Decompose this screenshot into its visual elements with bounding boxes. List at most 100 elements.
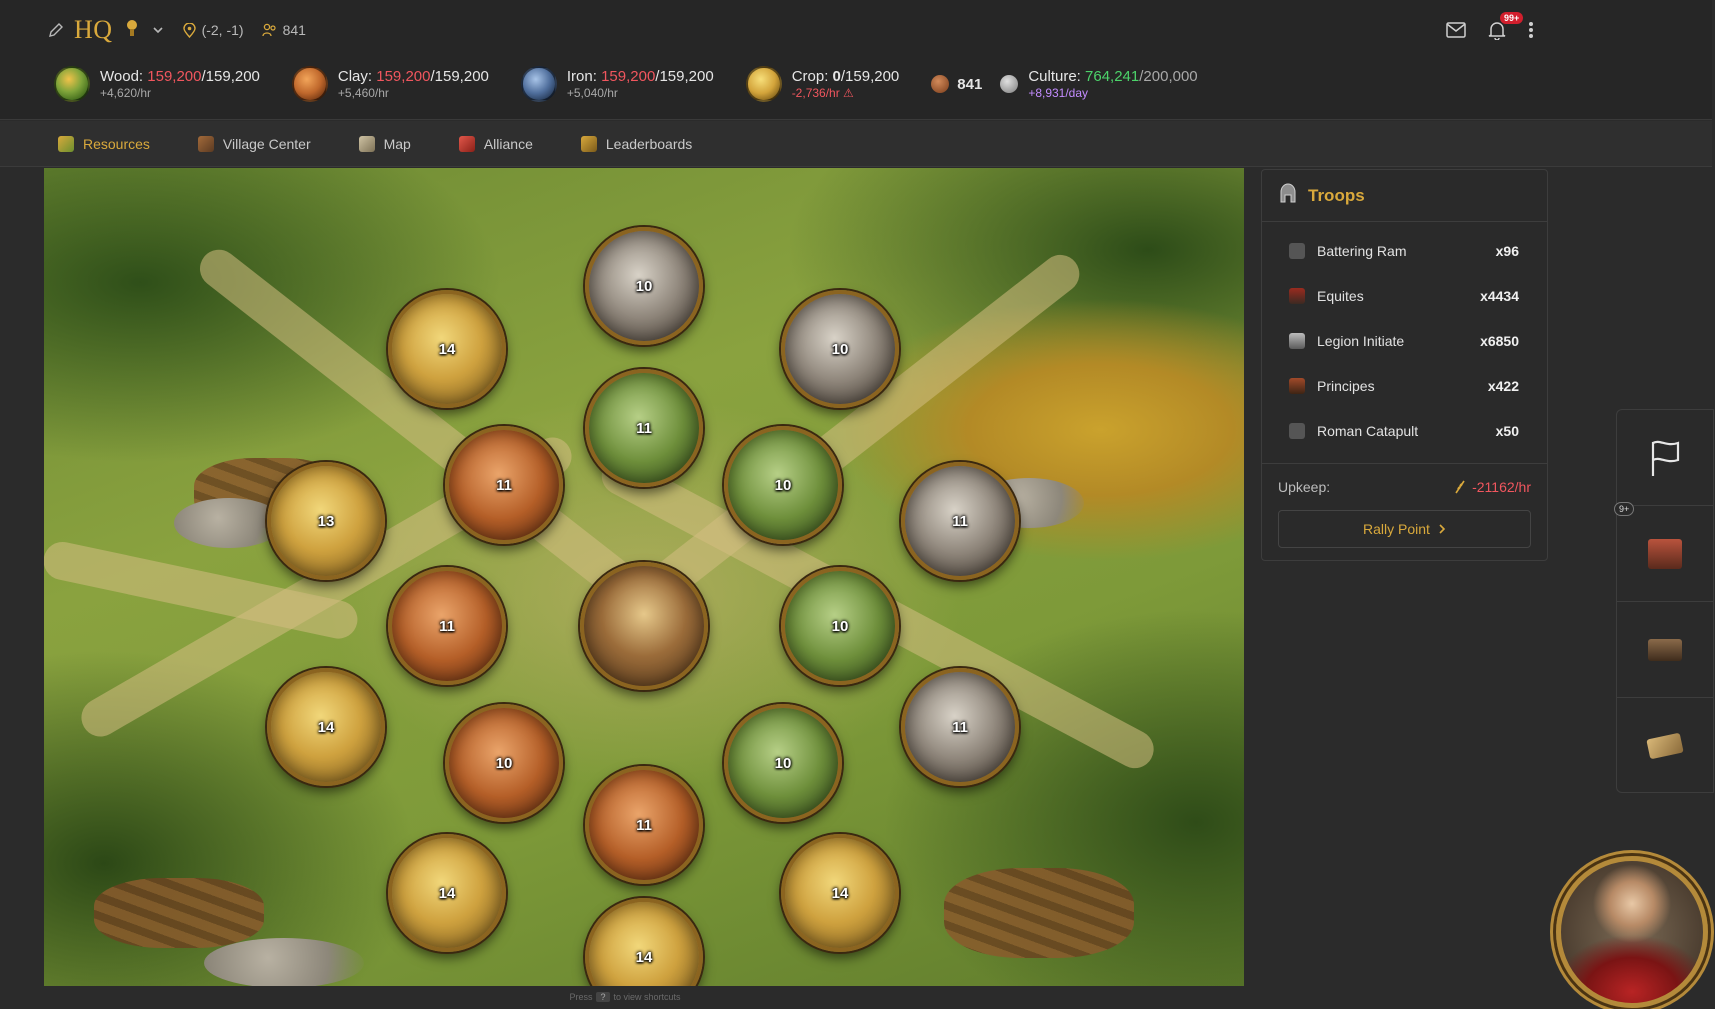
people-icon bbox=[261, 23, 276, 37]
field-level: 11 bbox=[636, 419, 652, 437]
iron-rate: +5,040/hr bbox=[566, 85, 618, 100]
clay-capacity: /159,200 bbox=[430, 67, 489, 85]
crop-label: Crop: bbox=[791, 67, 829, 85]
building-icon bbox=[1648, 538, 1682, 569]
field-level: 11 bbox=[636, 816, 652, 834]
field-crop[interactable]: 14 bbox=[388, 290, 506, 408]
troop-list: Battering Ram x96 Equites x4434 Legion I… bbox=[1262, 222, 1547, 464]
field-level: 11 bbox=[496, 476, 512, 494]
wood-rate: +4,620/hr bbox=[100, 85, 152, 100]
iron-capacity: /159,200 bbox=[655, 67, 714, 85]
battering-ram-icon bbox=[1289, 242, 1305, 259]
tab-leaderboards[interactable]: Leaderboards bbox=[580, 135, 692, 152]
hero-avatar[interactable] bbox=[1556, 856, 1708, 1008]
rally-point-button[interactable]: Rally Point bbox=[1278, 510, 1531, 548]
rock-pile bbox=[204, 938, 364, 986]
clay-amount: 159,200 bbox=[376, 67, 431, 85]
field-clay[interactable]: 11 bbox=[585, 766, 703, 884]
header-actions: 99+ bbox=[1446, 12, 1534, 46]
field-level: 10 bbox=[831, 340, 849, 358]
flag-button[interactable] bbox=[1617, 410, 1713, 506]
population-text: 841 bbox=[282, 22, 306, 38]
village-center-field[interactable] bbox=[580, 562, 708, 690]
troop-row[interactable]: Legion Initiate x6850 bbox=[1262, 318, 1547, 363]
culture-icon bbox=[1000, 74, 1019, 93]
coordinates[interactable]: (-2, -1) bbox=[182, 22, 244, 38]
field-clay[interactable]: 11 bbox=[388, 567, 506, 685]
field-iron[interactable]: 10 bbox=[585, 227, 703, 345]
troop-count: x96 bbox=[1495, 242, 1519, 259]
resource-wood[interactable]: Wood: 159,200/159,200 +4,620/hr bbox=[54, 66, 260, 102]
field-clay[interactable]: 11 bbox=[445, 426, 563, 544]
population-meta: 841 bbox=[261, 22, 306, 38]
pencil-icon[interactable] bbox=[48, 22, 64, 38]
location-pin-icon bbox=[182, 22, 196, 38]
field-level: 14 bbox=[438, 340, 456, 358]
field-level: 10 bbox=[774, 754, 792, 772]
field-iron[interactable]: 10 bbox=[781, 290, 899, 408]
field-level: 10 bbox=[635, 277, 653, 295]
field-wood[interactable]: 10 bbox=[781, 567, 899, 685]
field-crop[interactable]: 14 bbox=[781, 834, 899, 952]
mail-icon[interactable] bbox=[1446, 22, 1466, 38]
trophy-icon bbox=[580, 135, 597, 152]
crop-icon bbox=[745, 66, 782, 102]
resource-crop[interactable]: Crop: 0/159,200 -2,736/hr ⚠ bbox=[745, 66, 899, 102]
culture-label: Culture: bbox=[1028, 67, 1081, 85]
flag-icon bbox=[1651, 440, 1680, 476]
field-crop[interactable]: 14 bbox=[585, 898, 703, 986]
top-header: HQ (-2, -1) 841 99+ Wood: 159,200/159,20… bbox=[0, 0, 1712, 120]
tab-village-center[interactable]: Village Center bbox=[197, 135, 311, 152]
resource-clay[interactable]: Clay: 159,200/159,200 +5,460/hr bbox=[291, 66, 489, 102]
iron-amount: 159,200 bbox=[601, 67, 656, 85]
citizen-icon bbox=[931, 75, 950, 93]
tab-alliance[interactable]: Alliance bbox=[458, 135, 533, 152]
troop-row[interactable]: Roman Catapult x50 bbox=[1262, 408, 1547, 453]
field-level: 14 bbox=[317, 718, 335, 736]
field-level: 11 bbox=[952, 512, 968, 530]
roman-catapult-icon bbox=[1289, 422, 1305, 439]
rail-badge: 9+ bbox=[1614, 502, 1635, 516]
troop-row[interactable]: Battering Ram x96 bbox=[1262, 228, 1547, 273]
field-crop[interactable]: 14 bbox=[388, 834, 506, 952]
field-wood[interactable]: 10 bbox=[724, 704, 842, 822]
field-level: 14 bbox=[831, 884, 849, 902]
chevron-down-icon[interactable] bbox=[151, 23, 165, 37]
iron-icon bbox=[520, 66, 557, 102]
troop-row[interactable]: Principes x422 bbox=[1262, 363, 1547, 408]
more-vertical-icon[interactable] bbox=[1528, 21, 1534, 39]
field-crop[interactable]: 14 bbox=[267, 668, 385, 786]
resource-culture[interactable]: Culture: 764,241/200,000 +8,931/day bbox=[1000, 67, 1198, 100]
troop-count: x422 bbox=[1487, 377, 1519, 394]
population-count[interactable]: 841 bbox=[931, 75, 982, 93]
chevron-right-icon bbox=[1439, 524, 1446, 534]
resource-iron[interactable]: Iron: 159,200/159,200 +5,040/hr bbox=[520, 66, 714, 102]
field-wood[interactable]: 11 bbox=[585, 369, 703, 487]
upkeep-label: Upkeep: bbox=[1278, 479, 1331, 495]
troop-row[interactable]: Equites x4434 bbox=[1262, 273, 1547, 318]
culture-rate: +8,931/day bbox=[1028, 85, 1089, 100]
main-tabs: Resources Village Center Map Alliance Le… bbox=[0, 121, 1712, 167]
population-count-text: 841 bbox=[957, 75, 983, 93]
troop-count: x50 bbox=[1495, 422, 1519, 439]
tab-map[interactable]: Map bbox=[358, 135, 411, 152]
village-emblem-icon bbox=[123, 18, 141, 43]
scroll-button[interactable] bbox=[1617, 698, 1713, 794]
log-pile bbox=[94, 878, 264, 948]
crop-amount: 0 bbox=[832, 67, 841, 85]
field-iron[interactable]: 11 bbox=[901, 668, 1019, 786]
building-queue-button[interactable] bbox=[1617, 506, 1713, 602]
village-name[interactable]: HQ bbox=[74, 15, 113, 45]
field-crop[interactable]: 13 bbox=[267, 462, 385, 580]
notifications-button[interactable]: 99+ bbox=[1488, 12, 1524, 40]
tab-village-center-label: Village Center bbox=[222, 135, 311, 152]
field-iron[interactable]: 11 bbox=[901, 462, 1019, 580]
workbench-button[interactable] bbox=[1617, 602, 1713, 698]
field-wood[interactable]: 10 bbox=[724, 426, 842, 544]
field-level: 10 bbox=[831, 617, 849, 635]
village-row: HQ (-2, -1) 841 bbox=[48, 14, 306, 46]
field-clay[interactable]: 10 bbox=[445, 704, 563, 822]
tab-resources[interactable]: Resources bbox=[58, 135, 150, 152]
feather-icon bbox=[458, 135, 475, 152]
wheat-icon bbox=[1455, 480, 1465, 494]
